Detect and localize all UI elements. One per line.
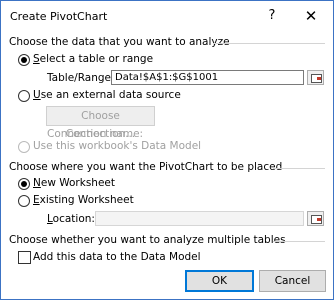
placement-section-heading: Choose where you want the PivotChart to … xyxy=(9,161,283,173)
divider xyxy=(273,168,325,169)
connection-name-label: Connection name: xyxy=(47,128,144,140)
table-range-label: Table/Range: xyxy=(47,72,115,84)
create-pivotchart-dialog: Create PivotChart ? ✕ Choose the data th… xyxy=(0,0,334,300)
add-to-data-model-checkbox[interactable] xyxy=(18,251,31,264)
select-range-radio[interactable] xyxy=(18,54,30,66)
multiple-tables-heading: Choose whether you want to analyze multi… xyxy=(9,234,286,246)
existing-worksheet-label[interactable]: Existing Worksheet xyxy=(33,194,134,206)
add-to-data-model-label[interactable]: Add this data to the Data Model xyxy=(33,251,201,263)
new-worksheet-radio[interactable] xyxy=(18,178,30,190)
table-range-input[interactable]: Data!$A$1:$G$1001 xyxy=(111,70,304,85)
select-range-label[interactable]: Select a table or range xyxy=(33,53,153,65)
location-picker-icon[interactable] xyxy=(307,211,324,226)
data-model-radio[interactable] xyxy=(18,141,30,153)
close-icon[interactable]: ✕ xyxy=(299,6,323,26)
range-picker-icon[interactable] xyxy=(307,70,324,85)
dialog-title: Create PivotChart xyxy=(10,10,108,23)
external-source-radio[interactable] xyxy=(18,90,30,102)
location-label: Location: xyxy=(47,213,95,225)
external-source-label[interactable]: Use an external data source xyxy=(33,89,181,101)
divider xyxy=(273,241,325,242)
cancel-button[interactable]: Cancel xyxy=(259,270,326,292)
location-input[interactable] xyxy=(95,211,304,226)
data-section-heading: Choose the data that you want to analyze xyxy=(9,36,230,48)
help-icon[interactable]: ? xyxy=(260,6,284,26)
new-worksheet-label[interactable]: New Worksheet xyxy=(33,177,115,189)
ok-button[interactable]: OK xyxy=(185,270,254,292)
divider xyxy=(213,43,325,44)
existing-worksheet-radio[interactable] xyxy=(18,195,30,207)
title-bar: Create PivotChart ? ✕ xyxy=(1,1,333,31)
data-model-label[interactable]: Use this workbook's Data Model xyxy=(33,140,201,152)
choose-connection-button[interactable]: Choose Connection... xyxy=(46,106,155,140)
